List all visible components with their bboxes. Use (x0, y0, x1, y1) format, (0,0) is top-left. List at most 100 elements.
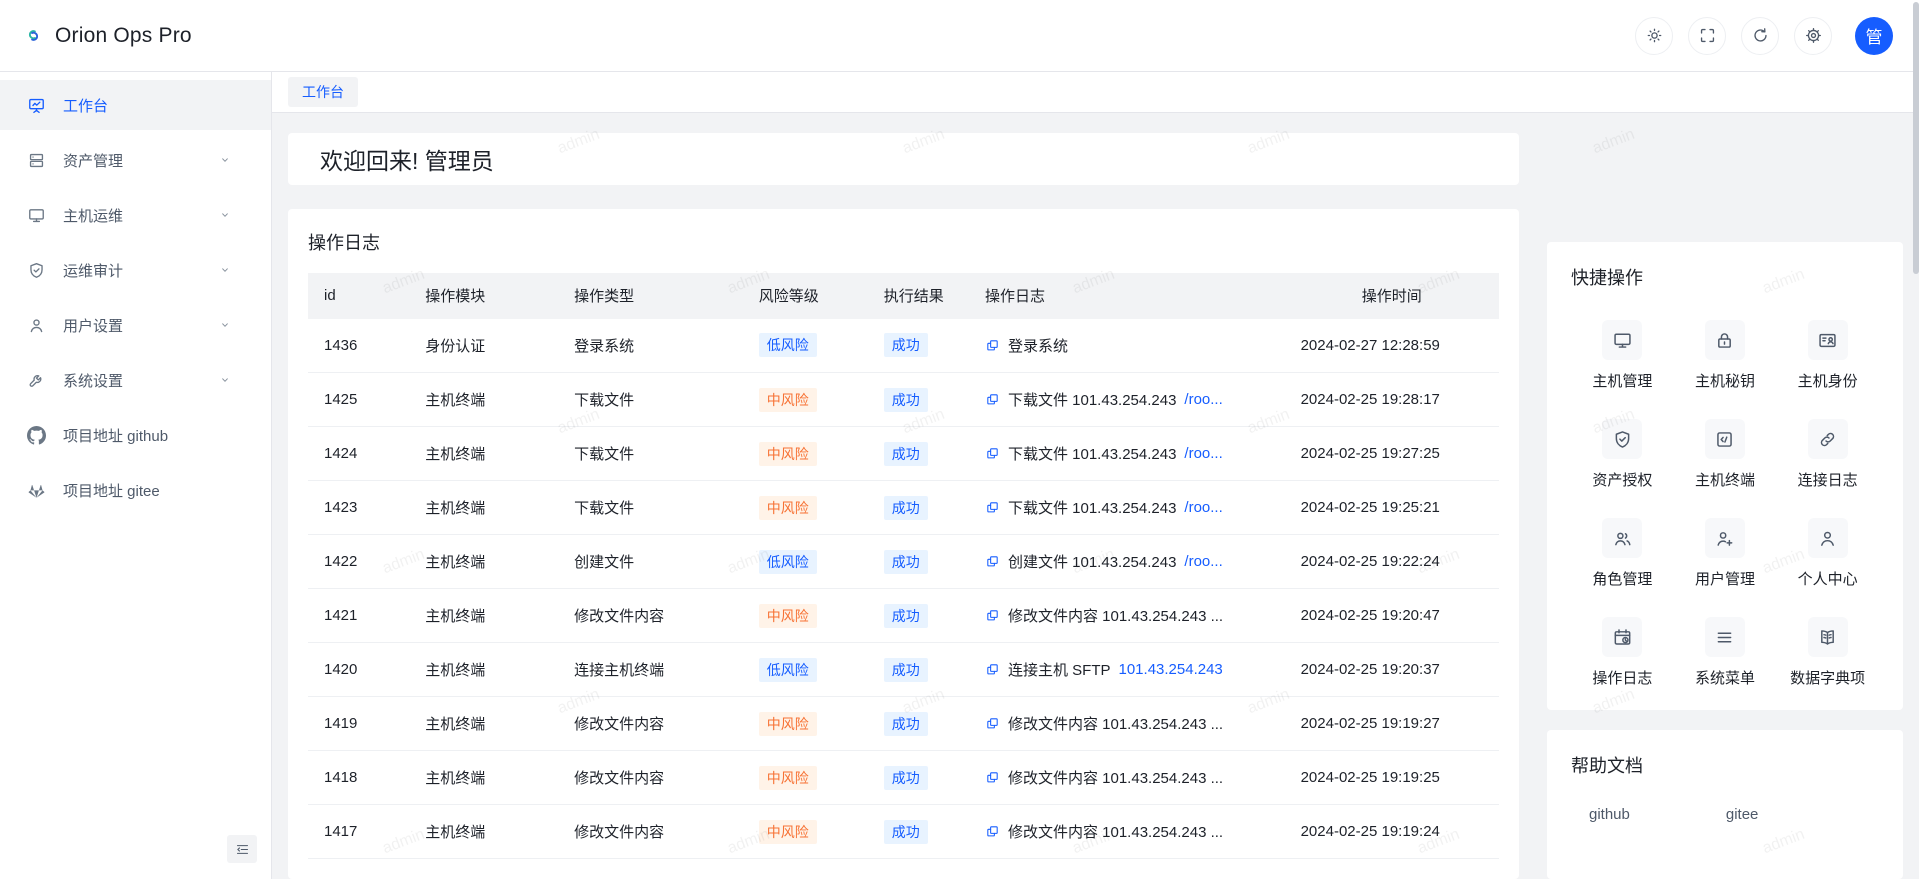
welcome-title: 欢迎回来! 管理员 (320, 142, 494, 176)
sidebar-item-workbench[interactable]: 工作台 (0, 80, 271, 130)
cell-type: 下载文件 (574, 392, 634, 409)
risk-badge: 中风险 (759, 820, 817, 844)
copy-icon[interactable] (985, 554, 1000, 569)
cell-module: 主机终端 (425, 608, 485, 625)
risk-badge: 中风险 (759, 604, 817, 628)
risk-badge: 中风险 (759, 496, 817, 520)
cell-type: 创建文件 (574, 554, 634, 571)
operation-log-panel: 操作日志 id操作模块操作类型风险等级执行结果操作日志操作时间 1436身份认证… (288, 209, 1519, 879)
column-header: 执行结果 (868, 273, 969, 319)
sidebar-item-assets[interactable]: 资产管理 (0, 135, 271, 185)
quick-action-host-identity[interactable]: 主机身份 (1776, 320, 1879, 391)
quick-action-operation-log[interactable]: 操作日志 (1571, 617, 1674, 688)
copy-icon[interactable] (985, 662, 1000, 677)
cell-type: 下载文件 (574, 446, 634, 463)
menu-icon (1714, 627, 1735, 648)
sidebar-item-label: 主机运维 (63, 205, 218, 226)
copy-icon[interactable] (985, 338, 1000, 353)
fullscreen-icon (1698, 26, 1717, 45)
copy-icon[interactable] (985, 446, 1000, 461)
refresh-button[interactable] (1741, 17, 1779, 55)
cell-time: 2024-02-25 19:25:21 (1301, 499, 1440, 516)
sun-icon (1645, 26, 1664, 45)
sidebar-item-user-settings[interactable]: 用户设置 (0, 300, 271, 350)
column-header: 操作模块 (409, 273, 558, 319)
quick-action-connect-log[interactable]: 连接日志 (1776, 419, 1879, 490)
breadcrumb: 工作台 (272, 72, 1919, 113)
chevron-down-icon (218, 373, 232, 387)
breadcrumb-item[interactable]: 工作台 (288, 77, 358, 107)
scrollbar-thumb[interactable] (1913, 2, 1919, 274)
chevron-down-icon (218, 318, 232, 332)
log-link[interactable]: 101.43.254.243 (1119, 661, 1223, 678)
copy-icon[interactable] (985, 392, 1000, 407)
quick-action-host-terminal[interactable]: 主机终端 (1674, 419, 1777, 490)
sidebar-item-github[interactable]: 项目地址 github (0, 410, 271, 460)
monitor-icon-box (1602, 320, 1642, 360)
sidebar-item-gitee[interactable]: 项目地址 gitee (0, 465, 271, 515)
dashboard-icon (27, 96, 46, 115)
sidebar-item-label: 系统设置 (63, 370, 218, 391)
log-link[interactable]: /roo... (1184, 445, 1222, 462)
quick-action-label: 个人中心 (1798, 568, 1858, 589)
code-icon (1714, 429, 1735, 450)
sidebar-collapse-button[interactable] (227, 835, 257, 863)
chevron-down-icon (218, 153, 232, 167)
table-row: 1417主机终端修改文件内容中风险成功修改文件内容 101.43.254.243… (308, 805, 1499, 859)
shield-icon (27, 261, 46, 280)
id-card-icon (1817, 330, 1838, 351)
table-row: 1424主机终端下载文件中风险成功下载文件 101.43.254.243 /ro… (308, 427, 1499, 481)
cell-id: 1422 (324, 553, 357, 570)
sidebar-item-system-settings[interactable]: 系统设置 (0, 355, 271, 405)
log-text: 创建文件 101.43.254.243 (1008, 551, 1176, 572)
risk-badge: 中风险 (759, 442, 817, 466)
copy-icon[interactable] (985, 824, 1000, 839)
quick-action-host-key[interactable]: 主机秘钥 (1674, 320, 1777, 391)
scrollbar[interactable] (1913, 0, 1919, 879)
result-badge: 成功 (884, 820, 928, 844)
help-link-github[interactable]: github (1589, 806, 1630, 823)
column-header: 操作类型 (558, 273, 743, 319)
quick-action-asset-auth[interactable]: 资产授权 (1571, 419, 1674, 490)
copy-icon[interactable] (985, 500, 1000, 515)
log-link[interactable]: /roo... (1184, 499, 1222, 516)
sidebar-item-host-ops[interactable]: 主机运维 (0, 190, 271, 240)
cell-type: 修改文件内容 (574, 716, 664, 733)
column-header: 风险等级 (743, 273, 868, 319)
copy-icon[interactable] (985, 770, 1000, 785)
gear-icon (1804, 26, 1823, 45)
help-link-gitee[interactable]: gitee (1726, 806, 1759, 823)
log-text: 修改文件内容 101.43.254.243 ... (1008, 821, 1223, 842)
cell-module: 主机终端 (425, 662, 485, 679)
copy-icon[interactable] (985, 608, 1000, 623)
cell-module: 主机终端 (425, 392, 485, 409)
quick-action-personal-center[interactable]: 个人中心 (1776, 518, 1879, 589)
risk-badge: 中风险 (759, 388, 817, 412)
theme-button[interactable] (1635, 17, 1673, 55)
log-link[interactable]: /roo... (1184, 553, 1222, 570)
log-text: 下载文件 101.43.254.243 (1008, 443, 1176, 464)
operation-log-title: 操作日志 (308, 229, 1499, 255)
quick-action-data-dict[interactable]: 数据字典项 (1776, 617, 1879, 688)
fullscreen-button[interactable] (1688, 17, 1726, 55)
link-icon (1817, 429, 1838, 450)
sidebar-item-label: 用户设置 (63, 315, 218, 336)
result-badge: 成功 (884, 333, 928, 357)
github-icon (27, 426, 46, 445)
link-icon-box (1808, 419, 1848, 459)
quick-action-host-manage[interactable]: 主机管理 (1571, 320, 1674, 391)
quick-action-user-manage[interactable]: 用户管理 (1674, 518, 1777, 589)
lock-icon (1714, 330, 1735, 351)
quick-action-system-menu[interactable]: 系统菜单 (1674, 617, 1777, 688)
table-row: 1422主机终端创建文件低风险成功创建文件 101.43.254.243 /ro… (308, 535, 1499, 589)
welcome-card: 欢迎回来! 管理员 (288, 133, 1519, 185)
cell-time: 2024-02-27 12:28:59 (1301, 337, 1440, 354)
avatar[interactable]: 管 (1855, 17, 1893, 55)
copy-icon[interactable] (985, 716, 1000, 731)
user-icon-box (1808, 518, 1848, 558)
quick-action-role-manage[interactable]: 角色管理 (1571, 518, 1674, 589)
table-row: 1420主机终端连接主机终端低风险成功连接主机 SFTP 101.43.254.… (308, 643, 1499, 697)
settings-button[interactable] (1794, 17, 1832, 55)
sidebar-item-ops-audit[interactable]: 运维审计 (0, 245, 271, 295)
log-link[interactable]: /roo... (1184, 391, 1222, 408)
